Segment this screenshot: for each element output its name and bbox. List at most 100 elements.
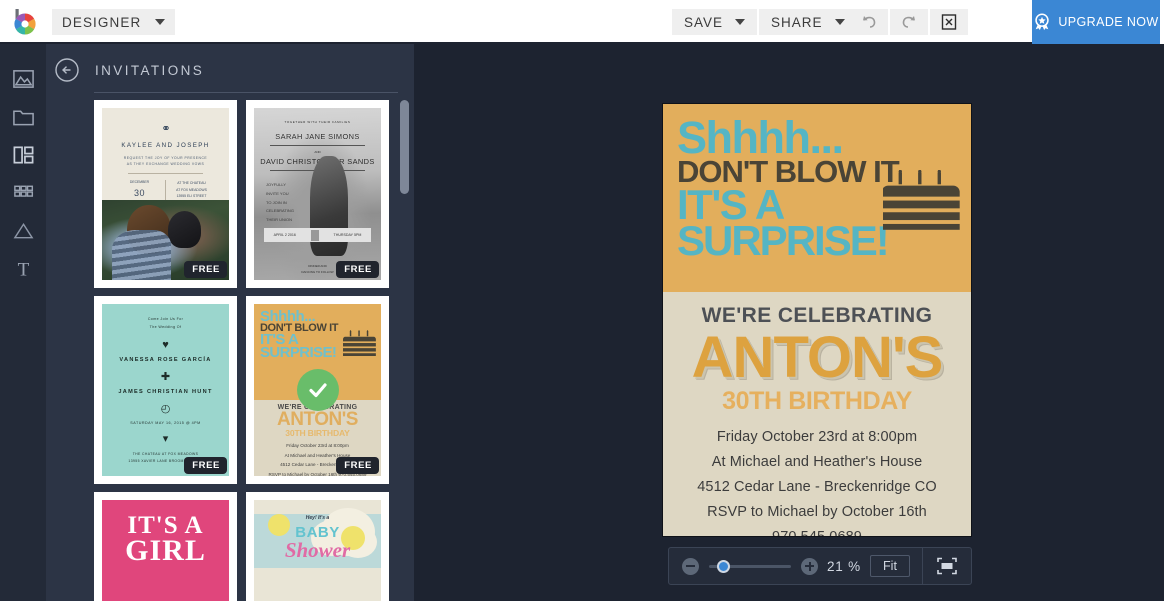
layout-icon xyxy=(13,146,33,164)
sidebar-item-layouts[interactable] xyxy=(0,136,46,174)
template-grid: ⚭ KAYLEE AND JOSEPH REQUEST THE JOY OF Y… xyxy=(46,96,414,601)
svg-text:T: T xyxy=(17,260,29,280)
detail-lines: Friday October 23rd at 8:00pm At Michael… xyxy=(673,425,961,536)
detail-line-3[interactable]: 4512 Cedar Lane - Breckenridge CO xyxy=(673,475,961,500)
detail-line-2[interactable]: At Michael and Heather's House xyxy=(673,450,961,475)
check-icon xyxy=(308,383,327,398)
document-bottom-band: WE'RE CELEBRATING ANTON'S 30TH BIRTHDAY … xyxy=(663,292,971,536)
upgrade-now-button[interactable]: UPGRADE NOW xyxy=(1032,0,1164,44)
headline-2: GIRL xyxy=(125,534,206,567)
canvas-area[interactable]: Shhhh... DON'T BLOW IT IT'S A SURPRISE! xyxy=(414,44,1164,601)
redo-button[interactable] xyxy=(890,9,928,35)
panel-title: INVITATIONS xyxy=(95,63,205,78)
panel-scrollbar-thumb[interactable] xyxy=(400,100,409,194)
chevron-down-icon xyxy=(834,19,845,25)
share-label: SHARE xyxy=(771,14,823,30)
detail-line-1[interactable]: Friday October 23rd at 8:00pm xyxy=(673,425,961,450)
free-badge: FREE xyxy=(184,261,227,278)
groom-name: JAMES CHRISTIAN HUNT xyxy=(118,388,213,395)
tool-rail: T xyxy=(0,44,46,601)
zoom-in-button[interactable] xyxy=(801,557,818,575)
event-date: SATURDAY MAY 16, 2015 @ 4PM xyxy=(130,420,201,425)
document-top-band: Shhhh... DON'T BLOW IT IT'S A SURPRISE! xyxy=(663,104,971,292)
panel-header: INVITATIONS xyxy=(46,44,414,94)
grid-icon xyxy=(13,185,33,197)
template-preview: ⚭ KAYLEE AND JOSEPH REQUEST THE JOY OF Y… xyxy=(102,108,229,280)
zoom-level-label: 21 % xyxy=(827,558,861,574)
delete-page-icon xyxy=(941,14,957,30)
share-button[interactable]: SHARE xyxy=(759,9,857,35)
upgrade-now-label: UPGRADE NOW xyxy=(1058,15,1159,29)
honoree-name[interactable]: ANTON'S xyxy=(673,328,961,386)
chevron-down-icon xyxy=(155,19,166,25)
folder-icon xyxy=(12,110,34,126)
delete-page-button[interactable] xyxy=(930,9,968,35)
birthday-line: 30TH BIRTHDAY xyxy=(285,428,350,439)
template-card-sarah-david[interactable]: TOGETHER WITH THEIR FAMILIES SARAH JANE … xyxy=(246,100,389,288)
plus-icon: ✚ xyxy=(160,370,171,383)
panel-scrollbar[interactable] xyxy=(400,100,409,600)
chevron-down-icon xyxy=(735,19,746,25)
ribbon-date: APRIL 2 2016 xyxy=(273,233,296,238)
back-button[interactable] xyxy=(54,57,80,83)
template-card-anton-surprise[interactable]: Shhhh... DON'T BLOW IT IT'S A SURPRISE! xyxy=(246,296,389,484)
template-card-its-a-girl[interactable]: IT'S A GIRL let's celebrate her xyxy=(94,492,237,601)
badge-star-icon xyxy=(1035,13,1050,31)
save-share-group: SAVE SHARE xyxy=(672,9,859,35)
save-label: SAVE xyxy=(684,14,724,30)
birthday-line[interactable]: 30TH BIRTHDAY xyxy=(673,387,961,416)
zoom-out-button[interactable] xyxy=(682,557,699,575)
top-toolbar: DESIGNER SAVE SHARE UPGRADE NOW xyxy=(0,0,1164,44)
undo-button[interactable] xyxy=(850,9,888,35)
selected-check-badge xyxy=(296,369,339,411)
template-preview: Come Join Us For The Wedding Of ♥ VANESS… xyxy=(102,304,229,476)
headline-1[interactable]: Shhhh... xyxy=(677,115,957,160)
free-badge: FREE xyxy=(336,457,379,474)
back-arrow-circle-icon xyxy=(55,58,79,82)
bloom-logo-icon[interactable] xyxy=(6,4,42,40)
header-1: Come Join Us For xyxy=(147,317,184,321)
template-grid-scroll[interactable]: ⚭ KAYLEE AND JOSEPH REQUEST THE JOY OF Y… xyxy=(46,96,414,601)
photo-icon xyxy=(12,70,34,88)
rings-glyph: ⚭ xyxy=(161,123,170,135)
template-card-vanessa-james[interactable]: Come Join Us For The Wedding Of ♥ VANESS… xyxy=(94,296,237,484)
template-preview: Shhhh... DON'T BLOW IT IT'S A SURPRISE! xyxy=(254,304,381,476)
heart-icon: ♥ xyxy=(162,338,169,351)
sidebar-item-text[interactable]: T xyxy=(0,250,46,288)
header-2: The Wedding Of xyxy=(149,324,182,329)
detail-line: Friday October 23rd at 8:00pm xyxy=(286,443,349,449)
sidebar-item-files[interactable] xyxy=(0,98,46,136)
redo-icon xyxy=(902,16,915,28)
designer-menu-button[interactable]: DESIGNER xyxy=(52,9,176,35)
fit-button[interactable]: Fit xyxy=(870,555,910,577)
bride-name: VANESSA ROSE GARCÍA xyxy=(119,356,212,363)
shower-line: Shower xyxy=(284,538,351,562)
zoom-toolbar: 21 % Fit xyxy=(668,547,972,585)
sidebar-item-photos[interactable] xyxy=(0,60,46,98)
fit-to-screen-button[interactable] xyxy=(923,548,971,584)
zoom-slider-knob[interactable] xyxy=(717,559,730,573)
sidebar-item-collage[interactable] xyxy=(0,174,46,212)
undo-icon xyxy=(863,16,876,28)
history-group xyxy=(850,9,970,35)
template-card-baby-shower[interactable]: Hey! It's a BABY Shower xyxy=(246,492,389,601)
template-preview: Hey! It's a BABY Shower xyxy=(254,500,381,601)
clock-icon: ◴ xyxy=(160,402,171,415)
fit-label: Fit xyxy=(883,559,897,573)
and-label: AND xyxy=(314,150,321,154)
save-button[interactable]: SAVE xyxy=(672,9,758,35)
detail-line-4[interactable]: RSVP to Michael by October 16th 970.545.… xyxy=(673,500,961,536)
zoom-slider[interactable] xyxy=(709,559,791,573)
free-badge: FREE xyxy=(336,261,379,278)
template-panel: INVITATIONS ⚭ KAYLEE AND JOSEPH REQUEST … xyxy=(46,44,414,601)
design-document[interactable]: Shhhh... DON'T BLOW IT IT'S A SURPRISE! xyxy=(663,104,971,536)
couple-names: KAYLEE AND JOSEPH xyxy=(121,142,210,149)
ribbon-time: THURSDAY 5PM xyxy=(333,233,362,238)
free-badge: FREE xyxy=(184,457,227,474)
sidebar-item-shapes[interactable] xyxy=(0,212,46,250)
template-preview: TOGETHER WITH THEIR FAMILIES SARAH JANE … xyxy=(254,108,381,280)
hey-line: Hey! It's a xyxy=(305,515,330,521)
template-preview: IT'S A GIRL let's celebrate her xyxy=(102,500,229,601)
birthday-cake-icon xyxy=(883,170,960,230)
template-card-kaylee-joseph[interactable]: ⚭ KAYLEE AND JOSEPH REQUEST THE JOY OF Y… xyxy=(94,100,237,288)
